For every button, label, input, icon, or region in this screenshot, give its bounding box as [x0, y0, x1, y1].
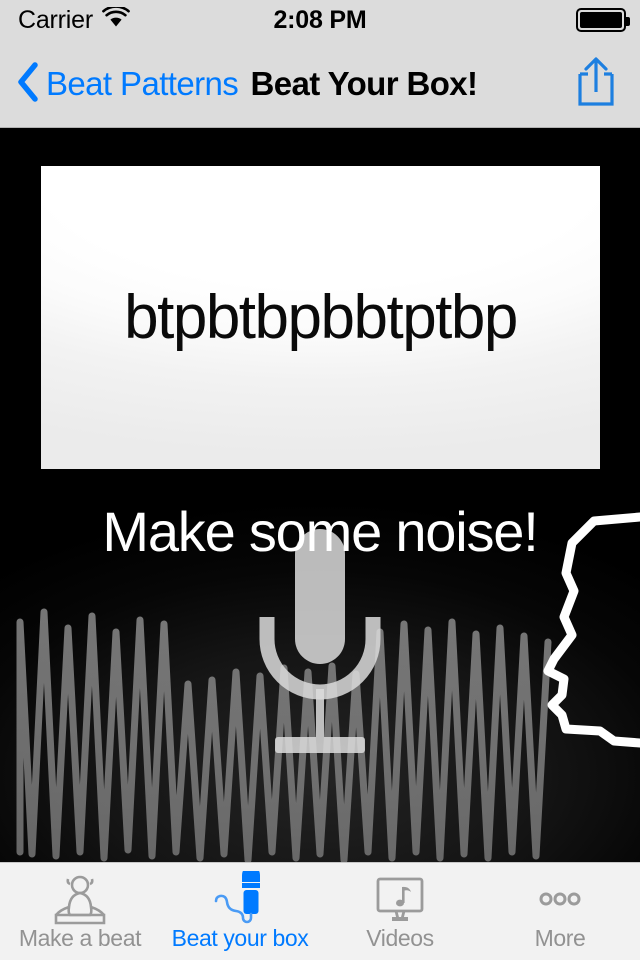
ellipsis-icon: [524, 871, 596, 927]
tab-bar: Make a beat Beat your box Videos More: [0, 862, 640, 960]
battery-fill: [580, 12, 622, 28]
share-button[interactable]: [574, 40, 618, 128]
battery-full-icon: [576, 8, 630, 32]
tab-label: Beat your box: [171, 925, 309, 951]
record-stage[interactable]: Make some noise!: [0, 469, 640, 862]
app-window: Carrier 2:08 PM Beat Patterns Beat Your …: [0, 0, 640, 960]
beat-pattern-text: btpbtbpbbtptbp: [124, 283, 518, 352]
back-button[interactable]: Beat Patterns: [16, 40, 239, 128]
status-bar-right: [576, 0, 630, 40]
clock-label: 2:08 PM: [273, 5, 367, 34]
tv-music-note-icon: [364, 871, 436, 927]
tab-make-a-beat[interactable]: Make a beat: [0, 863, 160, 960]
back-button-label: Beat Patterns: [46, 65, 239, 102]
handheld-microphone-icon: [204, 871, 276, 927]
tab-label: Make a beat: [18, 925, 142, 951]
chevron-left-icon: [16, 60, 40, 109]
main-content: btpbtbpbbtptbp Make some noise!: [0, 128, 640, 862]
tab-beat-your-box[interactable]: Beat your box: [160, 863, 320, 960]
tab-label: Videos: [366, 925, 434, 951]
navigation-bar: Beat Patterns Beat Your Box!: [0, 40, 640, 128]
tab-more[interactable]: More: [480, 863, 640, 960]
status-bar: Carrier 2:08 PM: [0, 0, 640, 40]
tab-videos[interactable]: Videos: [320, 863, 480, 960]
person-sitting-icon: [44, 871, 116, 927]
make-noise-prompt: Make some noise!: [102, 500, 538, 563]
tab-label: More: [534, 925, 586, 951]
share-icon: [574, 56, 618, 113]
beat-pattern-card[interactable]: btpbtbpbbtptbp: [41, 166, 600, 469]
microphone-icon: [259, 529, 381, 753]
